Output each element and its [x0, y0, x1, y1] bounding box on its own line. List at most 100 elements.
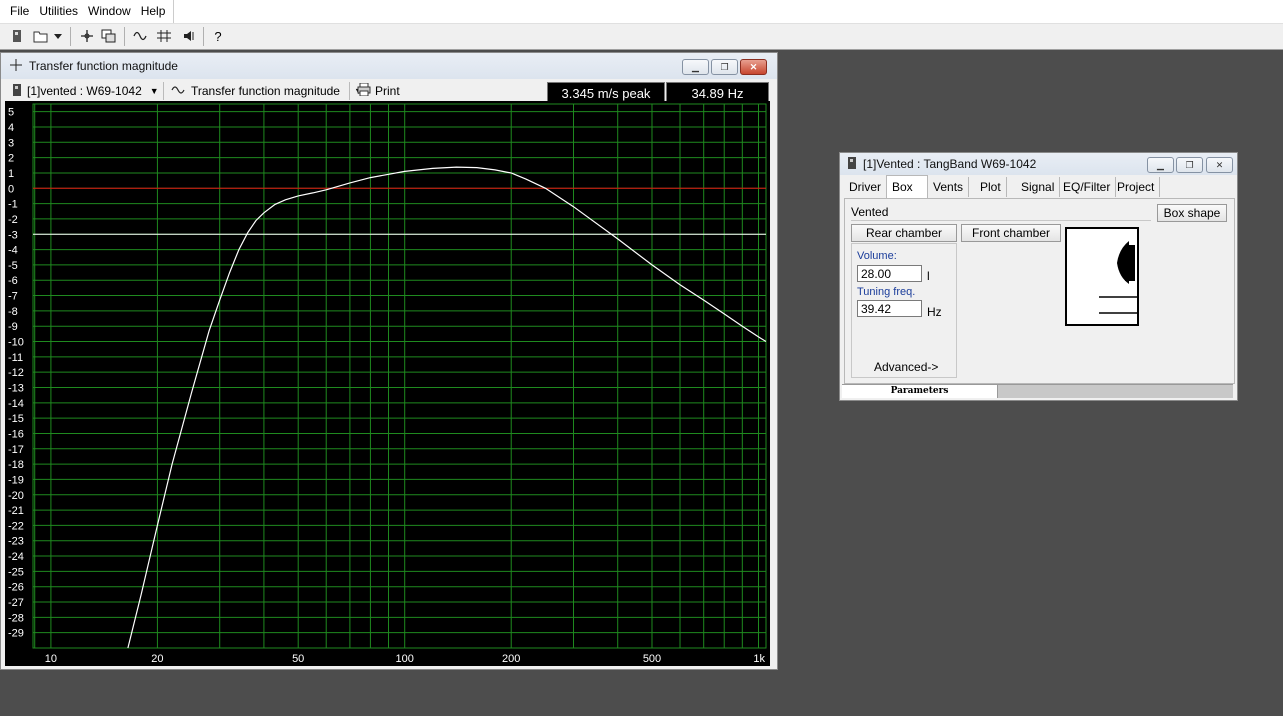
speaker-icon[interactable]: [180, 27, 198, 45]
tab-signal[interactable]: Signal: [1016, 177, 1061, 197]
menu-help[interactable]: Help: [136, 0, 171, 23]
box-titlebar[interactable]: [1]Vented : TangBand W69-1042 ▁ ❐ ✕: [840, 153, 1237, 175]
volume-input[interactable]: 28.00: [857, 265, 922, 282]
y-tick-label: -18: [8, 459, 24, 471]
y-tick-label: -11: [8, 352, 23, 364]
chart-background: [5, 101, 770, 666]
x-tick-label: 500: [643, 653, 661, 665]
rear-chamber-button[interactable]: Rear chamber: [851, 224, 957, 242]
y-tick-label: -24: [8, 551, 24, 563]
x-tick-label: 10: [45, 653, 57, 665]
y-tick-label: -28: [8, 612, 24, 624]
close-button[interactable]: ✕: [740, 59, 767, 75]
y-tick-label: 0: [8, 183, 14, 195]
box-type-field[interactable]: Vented: [851, 204, 1151, 221]
volume-unit: l: [927, 269, 930, 283]
tab-box[interactable]: Box: [886, 175, 928, 198]
filter-icon[interactable]: [155, 27, 173, 45]
close-button[interactable]: ✕: [1206, 157, 1233, 173]
restore-button[interactable]: ❐: [1176, 157, 1203, 173]
y-tick-label: -27: [8, 597, 24, 609]
tuning-freq-label: Tuning freq.: [857, 286, 916, 298]
y-tick-label: -17: [8, 444, 24, 456]
y-tick-label: -14: [8, 398, 24, 410]
x-tick-label: 200: [502, 653, 520, 665]
y-tick-label: -15: [8, 413, 24, 425]
print-button[interactable]: Print: [357, 82, 400, 100]
minimize-button[interactable]: ▁: [682, 59, 709, 75]
front-chamber-button[interactable]: Front chamber: [961, 224, 1061, 242]
x-tick-label: 50: [292, 653, 304, 665]
y-tick-label: -8: [8, 306, 18, 318]
open-folder-icon[interactable]: [32, 27, 50, 45]
tab-driver[interactable]: Driver: [844, 177, 887, 197]
y-tick-label: -2: [8, 214, 18, 226]
y-tick-label: -16: [8, 428, 24, 440]
printer-icon: [357, 82, 371, 99]
sine-wave-icon[interactable]: [132, 27, 150, 45]
menu-bar: File Utilities Window Help: [0, 0, 1283, 24]
print-label: Print: [375, 84, 400, 98]
tab-vents[interactable]: Vents: [928, 177, 970, 197]
tuning-freq-input[interactable]: 39.42: [857, 300, 922, 317]
tuning-freq-unit: Hz: [927, 305, 942, 319]
minimize-button[interactable]: ▁: [1147, 157, 1174, 173]
y-tick-label: -5: [8, 260, 18, 272]
y-tick-label: 4: [8, 122, 14, 134]
y-tick-label: 2: [8, 153, 14, 165]
transfer-function-chart[interactable]: 543210-1-2-3-4-5-6-7-8-9-10-11-12-13-14-…: [5, 101, 770, 666]
main-toolbar: ?: [0, 24, 1283, 50]
menu-file[interactable]: File: [5, 0, 34, 23]
y-tick-label: -1: [8, 199, 18, 211]
tab-project[interactable]: Project: [1112, 177, 1161, 197]
chevron-down-icon: ▼: [149, 86, 159, 96]
y-tick-label: 1: [8, 168, 14, 180]
y-tick-label: -7: [8, 291, 18, 303]
y-tick-label: -6: [8, 275, 18, 287]
tf-titlebar[interactable]: Transfer function magnitude ▁ ❐ ✕: [1, 53, 777, 79]
window-title: [1]Vented : TangBand W69-1042: [863, 157, 1037, 171]
plot-type-label: Transfer function magnitude: [191, 84, 340, 98]
box-diagram: [1065, 227, 1139, 326]
tab-bar: Driver Box Vents Plot Signal EQ/Filter P…: [844, 175, 1231, 198]
y-tick-label: -23: [8, 536, 24, 548]
y-tick-label: -20: [8, 490, 24, 502]
y-tick-label: -19: [8, 474, 24, 486]
y-tick-label: -10: [8, 337, 24, 349]
plot-type-select[interactable]: Transfer function magnitude ▼: [171, 82, 363, 100]
tab-plot[interactable]: Plot: [975, 177, 1007, 197]
menu-group: File Utilities Window Help: [5, 0, 175, 23]
parameters-tab[interactable]: Parameters: [842, 385, 998, 398]
y-tick-label: -22: [8, 520, 24, 532]
help-icon[interactable]: ?: [209, 27, 227, 45]
box-shape-button[interactable]: Box shape: [1157, 204, 1227, 222]
y-tick-label: -4: [8, 245, 18, 257]
box-window: [1]Vented : TangBand W69-1042 ▁ ❐ ✕ Driv…: [839, 152, 1238, 401]
window-title: Transfer function magnitude: [29, 59, 178, 73]
tf-toolbar: [1]vented : W69-1042 ▼ Transfer function…: [5, 80, 769, 104]
y-tick-label: -9: [8, 321, 18, 333]
driver-select-label: [1]vented : W69-1042: [27, 84, 142, 98]
copy-window-icon[interactable]: [100, 27, 118, 45]
vented-box-icon: [1099, 241, 1137, 314]
status-bar: Parameters: [842, 384, 1233, 398]
advanced-link[interactable]: Advanced->: [874, 360, 938, 374]
x-tick-label: 1k: [753, 653, 765, 665]
x-tick-label: 20: [151, 653, 163, 665]
driver-select[interactable]: [1]vented : W69-1042 ▼: [13, 82, 159, 100]
y-tick-label: -26: [8, 582, 24, 594]
crosshair-icon[interactable]: [78, 27, 96, 45]
y-tick-label: 3: [8, 137, 14, 149]
y-tick-label: -21: [8, 505, 24, 517]
y-tick-label: -25: [8, 566, 24, 578]
tab-eq-filter[interactable]: EQ/Filter: [1058, 177, 1117, 197]
x-tick-label: 100: [396, 653, 414, 665]
menu-window[interactable]: Window: [83, 0, 136, 23]
dropdown-arrow-icon[interactable]: [52, 27, 64, 45]
sine-wave-icon: [171, 84, 187, 98]
menu-utilities[interactable]: Utilities: [34, 0, 83, 23]
restore-button[interactable]: ❐: [711, 59, 738, 75]
new-project-icon[interactable]: [8, 27, 26, 45]
y-tick-label: -3: [8, 229, 18, 241]
volume-label: Volume:: [857, 250, 897, 262]
